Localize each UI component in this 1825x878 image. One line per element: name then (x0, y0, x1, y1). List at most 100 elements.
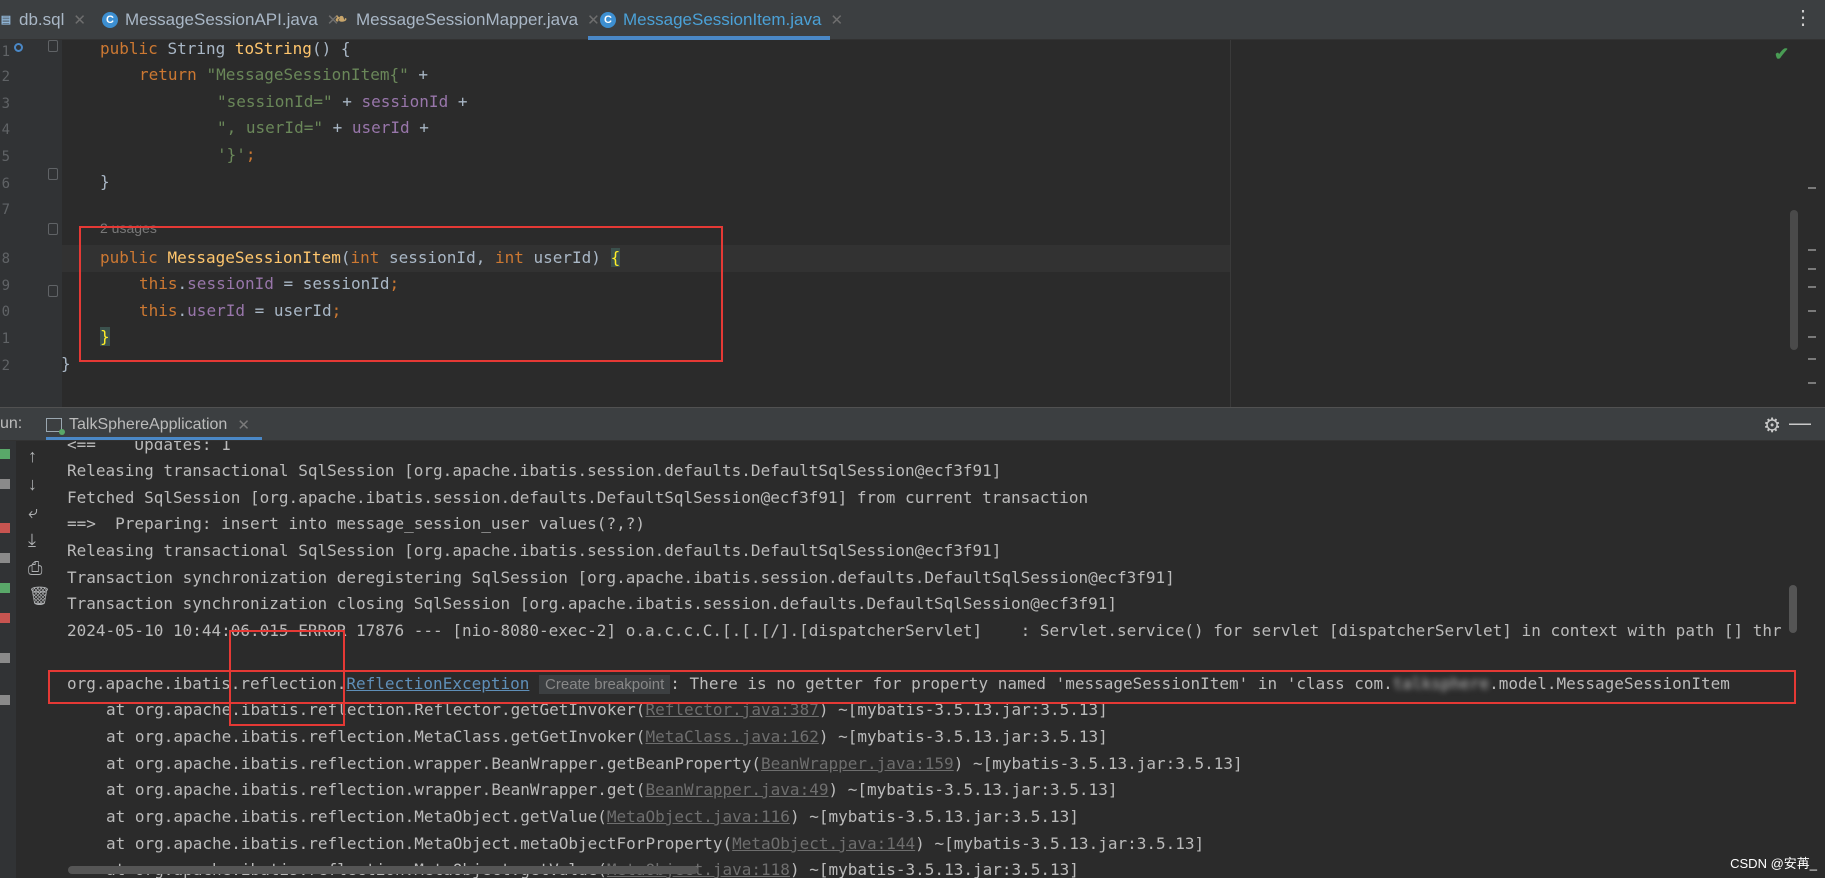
tab-label: MessageSessionMapper.java (356, 10, 579, 29)
pin-icon[interactable] (0, 695, 10, 705)
stack-jar: ) ~[mybatis-3.5.13.jar:3.5.13] (789, 807, 1079, 826)
scroll-marker (1808, 286, 1816, 288)
run-panel-header: un: TalkSphereApplication ✕ ⚙ — (0, 407, 1825, 441)
close-icon[interactable]: ✕ (237, 416, 250, 434)
stack-method: at org.apache.ibatis.reflection.wrapper.… (106, 754, 762, 773)
console-line: Transaction synchronization closing SqlS… (67, 594, 1117, 613)
stack-method: at org.apache.ibatis.reflection.Reflecto… (106, 700, 646, 719)
source-link[interactable]: Reflector.java:387 (645, 700, 818, 719)
run-console[interactable]: ↑ ↓ ⤶ ⤓ ⎙ 🗑 <== Updates: 1 Releasing tra… (0, 441, 1825, 878)
tab-label: MessageSessionAPI.java (125, 10, 318, 29)
code-line: } (100, 172, 110, 191)
tab-message-session-mapper[interactable]: ❧ MessageSessionMapper.java ✕ (333, 0, 600, 40)
source-link[interactable]: MetaObject.java:144 (732, 834, 915, 853)
arrow-up-icon[interactable]: ↑ (28, 447, 37, 465)
stack-frame: at org.apache.ibatis.reflection.wrapper.… (106, 777, 1117, 803)
line-number: 0 (1, 304, 10, 320)
scroll-marker (1808, 310, 1816, 312)
wrench-icon[interactable] (0, 479, 10, 489)
scroll-to-end-icon[interactable]: ⤓ (28, 531, 36, 549)
scroll-marker (1808, 249, 1816, 251)
left-run-toolbar (0, 441, 16, 878)
override-marker-icon[interactable] (14, 43, 23, 52)
console-line: Fetched SqlSession [org.apache.ibatis.se… (67, 488, 1089, 507)
tab-message-session-api[interactable]: C MessageSessionAPI.java ✕ (102, 0, 339, 40)
tab-db-sql[interactable]: ▤ db.sql ✕ (0, 0, 86, 40)
console-line: Transaction synchronization deregisterin… (67, 568, 1175, 587)
editor-tab-bar: ▤ db.sql ✕ C MessageSessionAPI.java ✕ ❧ … (0, 0, 1825, 40)
code-editor[interactable]: 1 2 3 4 5 6 7 8 9 0 1 2 public String to… (0, 40, 1825, 407)
run-tab-label: TalkSphereApplication (69, 415, 228, 433)
gear-icon[interactable]: ⚙ (1763, 413, 1781, 438)
code-line: return "MessageSessionItem{" + (139, 65, 428, 84)
stack-frame: at org.apache.ibatis.reflection.MetaClas… (106, 724, 1108, 750)
line-number: 5 (1, 149, 10, 165)
scroll-marker (1808, 187, 1816, 189)
source-link[interactable]: BeanWrapper.java:159 (761, 754, 954, 773)
stack-frame: at org.apache.ibatis.reflection.wrapper.… (106, 751, 1243, 777)
exception-package: org.apache.ibatis.reflection. (67, 674, 347, 693)
usages-hint[interactable]: 2 usages (100, 220, 157, 236)
stack-jar: ) ~[mybatis-3.5.13.jar:3.5.13] (828, 780, 1118, 799)
fold-marker-icon[interactable] (48, 40, 58, 52)
fold-marker-icon[interactable] (48, 285, 58, 297)
layout-icon[interactable] (0, 653, 10, 663)
stack-jar: ) ~[mybatis-3.5.13.jar:3.5.13] (818, 700, 1108, 719)
line-number: 9 (1, 278, 10, 294)
stack-frame: at org.apache.ibatis.reflection.MetaObje… (106, 831, 1204, 857)
stack-method: at org.apache.ibatis.reflection.MetaClas… (106, 727, 646, 746)
camera-icon[interactable] (0, 553, 10, 563)
code-line: this.sessionId = sessionId; (139, 274, 400, 293)
stack-jar: ) ~[mybatis-3.5.13.jar:3.5.13] (818, 727, 1108, 746)
console-horizontal-scrollbar[interactable] (68, 866, 698, 874)
fold-marker-icon[interactable] (48, 168, 58, 180)
trash-icon[interactable]: 🗑 (28, 587, 51, 605)
stack-jar: ) ~[mybatis-3.5.13.jar:3.5.13] (953, 754, 1243, 773)
exception-class-link[interactable]: ReflectionException (346, 674, 529, 693)
soft-wrap-icon[interactable]: ⤶ (28, 503, 38, 521)
stack-method: at org.apache.ibatis.reflection.wrapper.… (106, 780, 646, 799)
console-line: Releasing transactional SqlSession [org.… (67, 461, 1002, 480)
editor-scrollbar[interactable] (1790, 210, 1798, 350)
application-icon (46, 417, 65, 435)
console-vertical-scrollbar[interactable] (1789, 585, 1797, 633)
inspection-ok-icon[interactable]: ✔ (1774, 44, 1789, 65)
close-icon[interactable]: ✕ (73, 11, 86, 29)
restore-layout-icon[interactable] (0, 583, 10, 593)
console-line: ==> Preparing: insert into message_sessi… (67, 514, 645, 533)
arrow-down-icon[interactable]: ↓ (28, 475, 37, 493)
exception-message-end: .model.MessageSessionItem (1489, 674, 1730, 693)
source-link[interactable]: BeanWrapper.java:49 (645, 780, 828, 799)
stack-jar: ) ~[mybatis-3.5.13.jar:3.5.13] (789, 860, 1079, 878)
more-options-icon[interactable]: ⋮ (1793, 8, 1813, 28)
run-panel-label: un: (0, 415, 23, 432)
close-icon[interactable]: ✕ (587, 11, 600, 29)
stop-icon[interactable] (0, 523, 10, 533)
code-line: "sessionId=" + sessionId + (217, 92, 468, 111)
exit-icon[interactable] (0, 613, 10, 623)
close-icon[interactable]: ✕ (830, 11, 843, 29)
right-margin-guide (1230, 40, 1231, 407)
watermark: CSDN @安苒_ (1730, 856, 1817, 871)
minimize-icon[interactable]: — (1789, 410, 1811, 436)
line-number: 7 (1, 202, 10, 218)
stack-frame: at org.apache.ibatis.reflection.MetaObje… (106, 804, 1079, 830)
source-link[interactable]: MetaClass.java:162 (645, 727, 818, 746)
line-number: 8 (1, 251, 10, 267)
tab-label: MessageSessionItem.java (623, 10, 822, 29)
exception-message: : There is no getter for property named … (670, 674, 1393, 693)
create-breakpoint-button[interactable]: Create breakpoint (539, 675, 671, 694)
scroll-marker (1808, 336, 1816, 338)
console-line: <== Updates: 1 (67, 441, 231, 454)
rerun-icon[interactable] (0, 449, 10, 459)
source-link[interactable]: MetaObject.java:116 (607, 807, 790, 826)
scroll-marker (1808, 382, 1816, 384)
redacted-package: talksphere (1392, 674, 1490, 693)
line-number: 2 (1, 69, 10, 85)
console-line: 2024-05-10 10:44:06.015 ERROR 17876 --- … (67, 621, 1782, 640)
fold-marker-icon[interactable] (48, 223, 58, 235)
line-number: 4 (1, 122, 10, 138)
tab-message-session-item[interactable]: C MessageSessionItem.java ✕ (600, 0, 843, 40)
print-icon[interactable]: ⎙ (28, 559, 42, 577)
java-class-icon: C (102, 12, 118, 28)
